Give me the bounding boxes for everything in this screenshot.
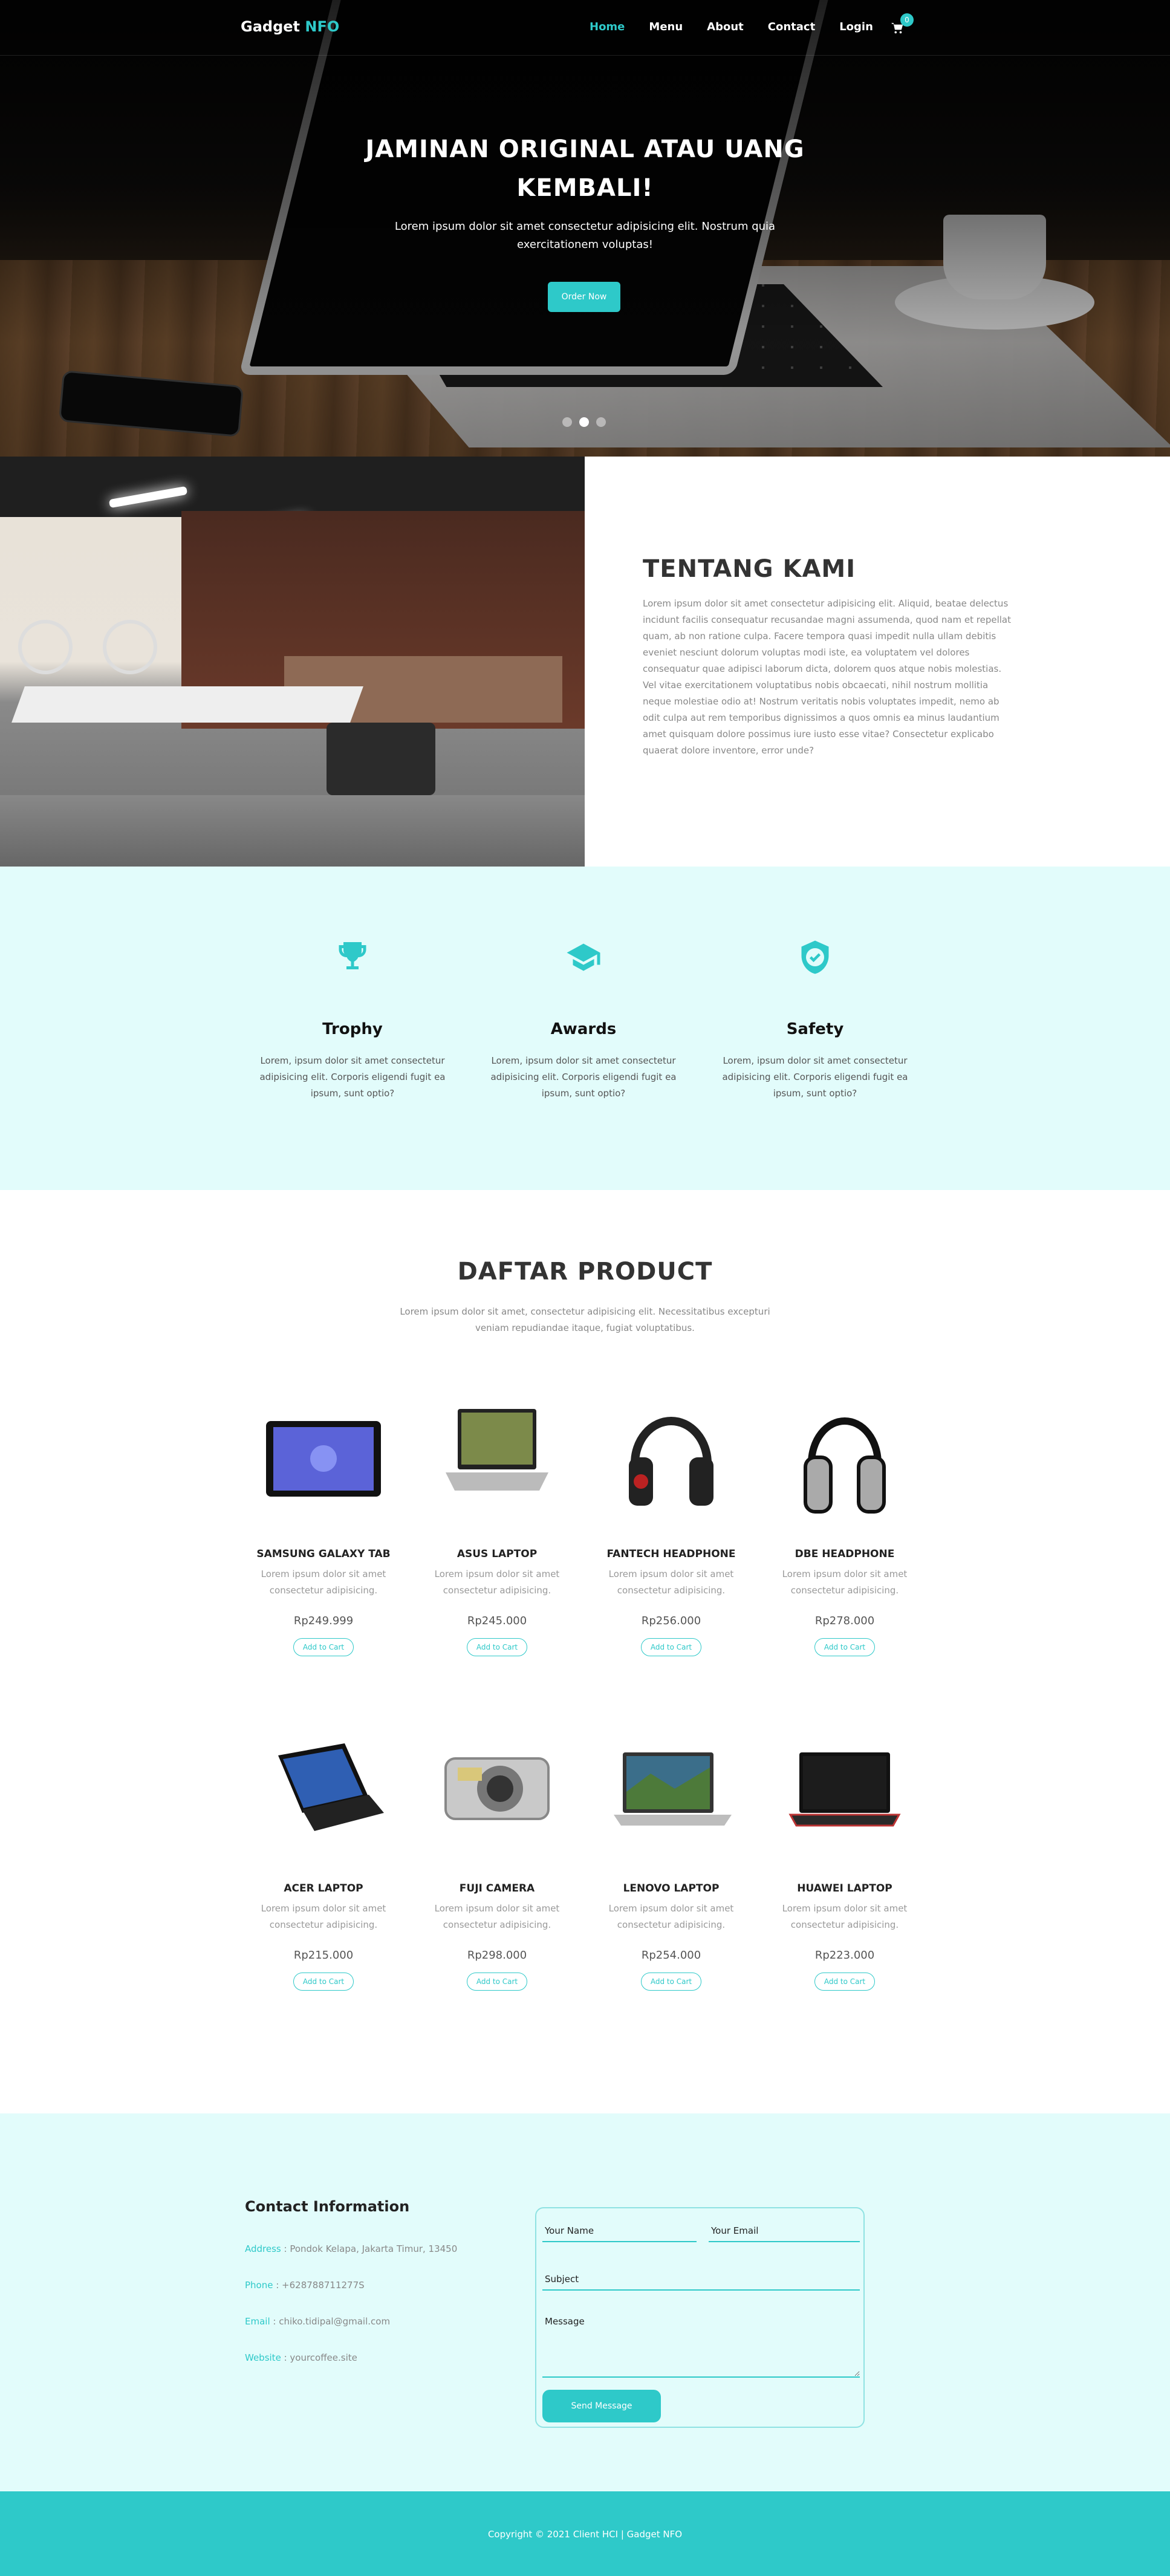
- feature-text: Lorem, ipsum dolor sit amet consectetur …: [722, 1055, 908, 1099]
- add-to-cart-button[interactable]: Add to Cart: [814, 1973, 875, 1991]
- carousel-dot[interactable]: [596, 417, 606, 427]
- cart-count-badge: 0: [900, 13, 914, 27]
- email-field[interactable]: [709, 2220, 860, 2242]
- about-text: Lorem ipsum dolor sit amet consectetur a…: [643, 598, 1012, 756]
- nav-link-login[interactable]: Login: [839, 21, 873, 33]
- product-desc: Lorem ipsum dolor sit amet consectetur a…: [261, 1903, 386, 1930]
- cart-button[interactable]: 0: [891, 13, 915, 40]
- product-price: Rp254.000: [641, 1949, 701, 1962]
- product-name: ACER LAPTOP: [284, 1882, 363, 1895]
- contact-phone: Phone : +628788711277S: [245, 2280, 365, 2291]
- product-card: ACER LAPTOP Lorem ipsum dolor sit amet c…: [248, 1719, 399, 1991]
- carousel-indicators: [562, 417, 606, 427]
- product-desc: Lorem ipsum dolor sit amet consectetur a…: [434, 1569, 560, 1596]
- trophy-icon: [339, 942, 366, 969]
- contact-title: Contact Information: [245, 2198, 410, 2215]
- product-card: LENOVO LAPTOP Lorem ipsum dolor sit amet…: [596, 1719, 747, 1991]
- hero-subtitle: Lorem ipsum dolor sit amet consectetur a…: [394, 220, 776, 251]
- products-title: DAFTAR PRODUCT: [457, 1258, 713, 1286]
- product-desc: Lorem ipsum dolor sit amet consectetur a…: [434, 1903, 560, 1930]
- nav-link-about[interactable]: About: [707, 21, 744, 33]
- product-name: DBE HEADPHONE: [795, 1548, 895, 1560]
- product-desc: Lorem ipsum dolor sit amet consectetur a…: [782, 1903, 908, 1930]
- add-to-cart-button[interactable]: Add to Cart: [814, 1638, 875, 1656]
- hero-section: Gadget NFO Home Menu About Contact Login…: [0, 0, 1170, 457]
- shield-check-icon: [801, 940, 829, 974]
- add-to-cart-button[interactable]: Add to Cart: [641, 1973, 701, 1991]
- send-message-button[interactable]: Send Message: [542, 2390, 661, 2422]
- message-field[interactable]: [542, 2311, 860, 2378]
- feature-safety: Safety Lorem, ipsum dolor sit amet conse…: [715, 939, 915, 1102]
- headphone-icon[interactable]: [596, 1385, 747, 1530]
- nav-link-menu[interactable]: Menu: [649, 21, 683, 33]
- tablet-icon[interactable]: [248, 1385, 399, 1530]
- carousel-dot[interactable]: [562, 417, 572, 427]
- product-desc: Lorem ipsum dolor sit amet consectetur a…: [261, 1569, 386, 1596]
- product-price: Rp278.000: [814, 1615, 875, 1627]
- feature-title: Safety: [786, 1020, 844, 1038]
- feature-text: Lorem, ipsum dolor sit amet consectetur …: [490, 1055, 677, 1099]
- product-name: LENOVO LAPTOP: [623, 1882, 720, 1895]
- feature-title: Awards: [550, 1020, 617, 1038]
- graduation-cap-icon: [567, 943, 600, 971]
- laptop-icon[interactable]: [769, 1719, 920, 1864]
- feature-awards: Awards Lorem, ipsum dolor sit amet conse…: [484, 939, 683, 1102]
- feature-trophy: Trophy Lorem, ipsum dolor sit amet conse…: [253, 939, 452, 1102]
- feature-text: Lorem, ipsum dolor sit amet consectetur …: [259, 1055, 446, 1099]
- laptop-icon[interactable]: [421, 1385, 573, 1530]
- add-to-cart-button[interactable]: Add to Cart: [467, 1973, 527, 1991]
- add-to-cart-button[interactable]: Add to Cart: [467, 1638, 527, 1656]
- bike-decoration: [18, 608, 157, 680]
- product-desc: Lorem ipsum dolor sit amet consectetur a…: [608, 1569, 734, 1596]
- product-price: Rp256.000: [641, 1615, 701, 1627]
- footer: Copyright © 2021 Client HCI | Gadget NFO: [0, 2491, 1170, 2576]
- headphone-icon[interactable]: [769, 1385, 920, 1530]
- product-card: HUAWEI LAPTOP Lorem ipsum dolor sit amet…: [769, 1719, 920, 1991]
- nav-link-home[interactable]: Home: [590, 21, 625, 33]
- laptop-icon[interactable]: [596, 1719, 747, 1864]
- nav-links: Home Menu About Contact Login: [590, 21, 897, 33]
- products-subtitle: Lorem ipsum dolor sit amet, consectetur …: [400, 1306, 770, 1333]
- contact-email: Email : chiko.tidipal@gmail.com: [245, 2316, 391, 2327]
- camera-icon[interactable]: [421, 1719, 573, 1864]
- feature-title: Trophy: [322, 1020, 383, 1038]
- product-card: FUJI CAMERA Lorem ipsum dolor sit amet c…: [421, 1719, 573, 1991]
- about-title: TENTANG KAMI: [643, 555, 856, 583]
- product-price: Rp298.000: [467, 1949, 527, 1962]
- add-to-cart-button[interactable]: Add to Cart: [641, 1638, 701, 1656]
- product-card: SAMSUNG GALAXY TAB Lorem ipsum dolor sit…: [248, 1385, 399, 1656]
- nav-link-contact[interactable]: Contact: [768, 21, 815, 33]
- contact-form: Send Message: [535, 2207, 865, 2428]
- product-name: FUJI CAMERA: [459, 1882, 535, 1895]
- product-card: FANTECH HEADPHONE Lorem ipsum dolor sit …: [596, 1385, 747, 1656]
- product-desc: Lorem ipsum dolor sit amet consectetur a…: [782, 1569, 908, 1596]
- product-card: DBE HEADPHONE Lorem ipsum dolor sit amet…: [769, 1385, 920, 1656]
- about-store-image: [0, 457, 585, 867]
- product-price: Rp215.000: [293, 1949, 354, 1962]
- product-name: ASUS LAPTOP: [457, 1548, 538, 1560]
- contact-section: Contact Information Address : Pondok Kel…: [0, 2113, 1170, 2491]
- product-card: ASUS LAPTOP Lorem ipsum dolor sit amet c…: [421, 1385, 573, 1656]
- hero-title: JAMINAN ORIGINAL ATAU UANG KEMBALI!: [365, 135, 805, 202]
- laptop-icon[interactable]: [248, 1719, 399, 1864]
- contact-website: Website : yourcoffee.site: [245, 2352, 357, 2363]
- add-to-cart-button[interactable]: Add to Cart: [293, 1638, 354, 1656]
- brand-logo[interactable]: Gadget NFO: [241, 18, 339, 35]
- order-now-button[interactable]: Order Now: [548, 282, 620, 312]
- navbar: Gadget NFO Home Menu About Contact Login…: [0, 0, 1170, 56]
- product-name: SAMSUNG GALAXY TAB: [256, 1548, 391, 1560]
- product-desc: Lorem ipsum dolor sit amet consectetur a…: [608, 1903, 734, 1930]
- add-to-cart-button[interactable]: Add to Cart: [293, 1973, 354, 1991]
- product-price: Rp223.000: [814, 1949, 875, 1962]
- copyright-text: Copyright © 2021 Client HCI | Gadget NFO: [487, 2529, 683, 2540]
- subject-field[interactable]: [542, 2269, 860, 2291]
- product-name: HUAWEI LAPTOP: [797, 1882, 892, 1895]
- product-price: Rp245.000: [467, 1615, 527, 1627]
- features-section: Trophy Lorem, ipsum dolor sit amet conse…: [0, 867, 1170, 1190]
- name-field[interactable]: [542, 2220, 697, 2242]
- contact-address: Address : Pondok Kelapa, Jakarta Timur, …: [245, 2243, 458, 2254]
- product-name: FANTECH HEADPHONE: [606, 1548, 736, 1560]
- product-price: Rp249.999: [293, 1615, 354, 1627]
- carousel-dot-active[interactable]: [579, 417, 589, 427]
